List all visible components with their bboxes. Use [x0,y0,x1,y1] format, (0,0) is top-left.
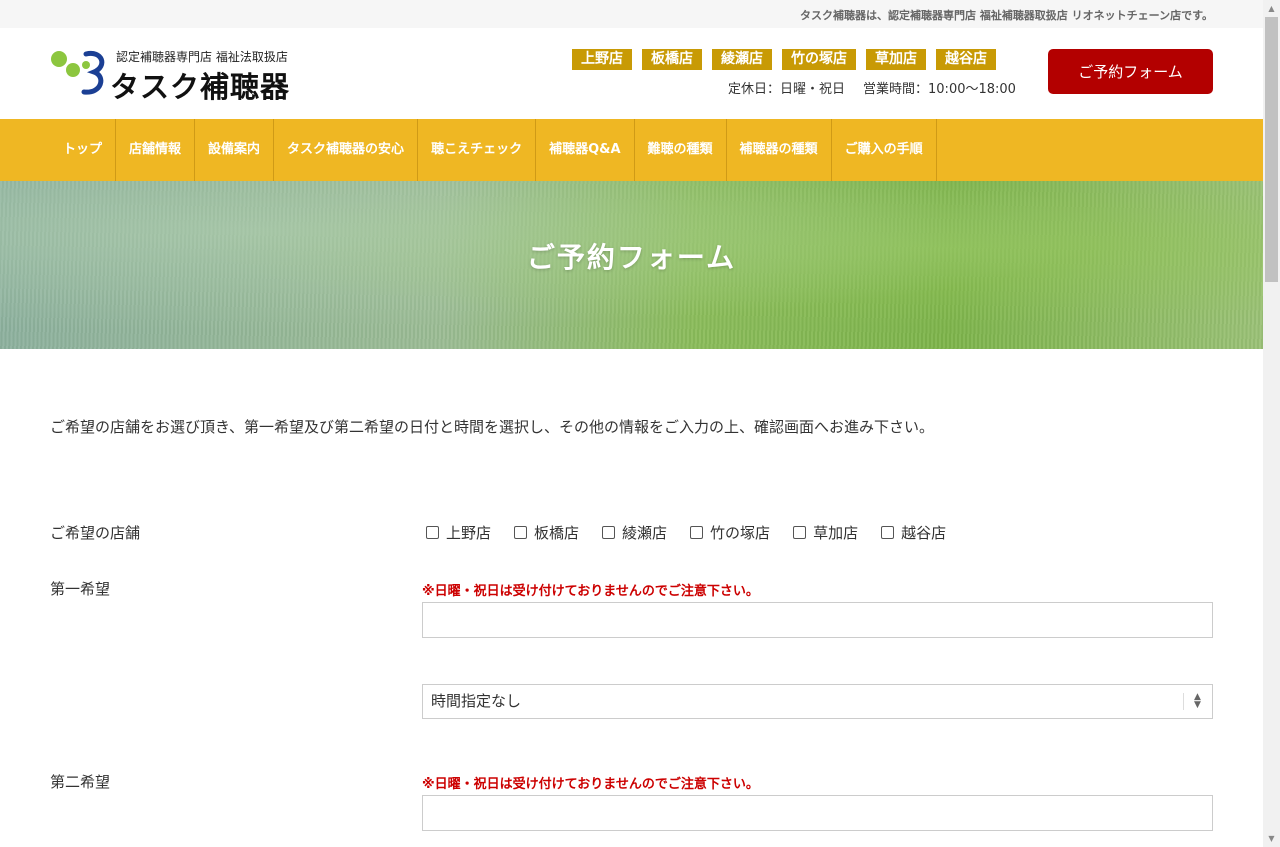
store-option-label: 越谷店 [901,524,947,542]
nav-item-purchase-steps[interactable]: ご購入の手順 [832,119,937,181]
first-choice-time-value: 時間指定なし [431,692,522,710]
site-header: 認定補聴器専門店 福祉法取扱店 タスク補聴器 上野店 板橋店 綾瀬店 竹の塚店 … [0,28,1263,119]
store-tag-soka[interactable]: 草加店 [866,49,926,70]
store-checkbox-koshigaya[interactable] [881,526,895,539]
store-tag-itabashi[interactable]: 板橋店 [642,49,702,70]
logo-subtitle: 認定補聴器専門店 福祉法取扱店 [116,50,288,64]
second-choice-label: 第二希望 [50,773,111,791]
store-option-soka[interactable]: 草加店 [793,522,858,543]
scroll-down-icon[interactable]: ▼ [1263,830,1280,847]
nav-item-hearing-check[interactable]: 聴こえチェック [418,119,537,181]
topbar-text: タスク補聴器は、認定補聴器専門店 福祉補聴器取扱店 リオネットチェーン店です。 [799,9,1213,22]
main-nav: トップ 店舗情報 設備案内 タスク補聴器の安心 聴こえチェック 補聴器Q&A 難… [0,119,1263,181]
first-choice-time-select[interactable]: 時間指定なし ▲ ▼ [422,684,1213,719]
nav-item-assurance[interactable]: タスク補聴器の安心 [274,119,419,181]
business-hours: 定休日：日曜・祝日 営業時間：10:00～18:00 [728,78,1016,97]
first-choice-date-input[interactable] [422,602,1213,638]
store-option-koshigaya[interactable]: 越谷店 [881,522,946,543]
scroll-up-icon[interactable]: ▲ [1263,0,1280,17]
logo-mark-icon [51,50,105,95]
first-choice-label: 第一希望 [50,580,111,598]
store-option-label: 草加店 [813,524,859,542]
store-option-label: 綾瀬店 [622,524,668,542]
store-option-label: 板橋店 [534,524,580,542]
store-tag-koshigaya[interactable]: 越谷店 [936,49,996,70]
nav-item-top[interactable]: トップ [50,119,117,181]
nav-item-facilities[interactable]: 設備案内 [195,119,275,181]
topbar: タスク補聴器は、認定補聴器専門店 福祉補聴器取扱店 リオネットチェーン店です。 [0,0,1263,28]
site-logo[interactable]: 認定補聴器専門店 福祉法取扱店 タスク補聴器 [50,48,310,104]
store-checkbox-group: 上野店 板橋店 綾瀬店 竹の塚店 草加店 越谷店 [426,522,946,543]
open-hours: 営業時間：10:00～18:00 [863,82,1016,97]
closed-days: 定休日：日曜・祝日 [728,82,846,97]
store-option-label: 竹の塚店 [710,524,771,542]
nav-item-qa[interactable]: 補聴器Q&A [536,119,635,181]
logo-name: タスク補聴器 [110,70,291,104]
nav-item-hearing-aid-types[interactable]: 補聴器の種類 [727,119,832,181]
store-checkbox-itabashi[interactable] [514,526,528,539]
store-tag-ueno[interactable]: 上野店 [572,49,632,70]
page-title: ご予約フォーム [526,241,737,274]
store-option-ayase[interactable]: 綾瀬店 [602,522,667,543]
hero-banner: ご予約フォーム [0,181,1263,349]
store-checkbox-takenotsuka[interactable] [690,526,704,539]
store-checkbox-ayase[interactable] [602,526,616,539]
store-option-takenotsuka[interactable]: 竹の塚店 [690,522,770,543]
store-tag-ayase[interactable]: 綾瀬店 [712,49,772,70]
store-checkbox-ueno[interactable] [426,526,439,539]
store-option-label: 上野店 [446,524,492,542]
scrollbar-thumb[interactable] [1265,17,1278,282]
second-choice-warning: ※日曜・祝日は受け付けておりませんのでご注意下さい。 [422,777,759,792]
store-option-ueno[interactable]: 上野店 [426,522,491,543]
store-tags: 上野店 板橋店 綾瀬店 竹の塚店 草加店 越谷店 [572,49,996,70]
select-arrows-icon: ▲ ▼ [1183,693,1211,710]
store-tag-takenotsuka[interactable]: 竹の塚店 [782,49,856,70]
second-choice-date-input[interactable] [422,795,1213,831]
page-scrollbar[interactable]: ▲ ▼ [1263,0,1280,847]
reserve-form-button[interactable]: ご予約フォーム [1048,49,1213,94]
store-checkbox-soka[interactable] [793,526,807,539]
form-intro: ご希望の店舗をお選び頂き、第一希望及び第二希望の日付と時間を選択し、その他の情報… [50,418,934,436]
nav-item-store-info[interactable]: 店舗情報 [116,119,196,181]
nav-item-hearing-loss-types[interactable]: 難聴の種類 [635,119,727,181]
first-choice-warning: ※日曜・祝日は受け付けておりませんのでご注意下さい。 [422,584,759,599]
store-select-label: ご希望の店舗 [50,524,141,542]
store-option-itabashi[interactable]: 板橋店 [514,522,579,543]
